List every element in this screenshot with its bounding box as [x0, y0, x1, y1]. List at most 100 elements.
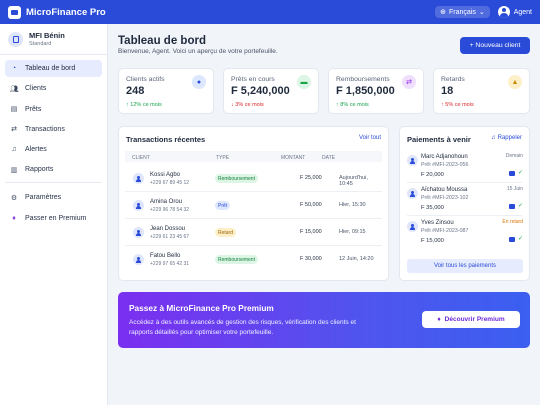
org-plan: Standard — [29, 41, 52, 47]
language-selector[interactable]: ⊕ Français ⌄ — [435, 6, 490, 18]
amount: F 15,000 — [300, 229, 322, 235]
sidebar-item-premium[interactable]: ♦ Passer en Premium — [5, 210, 102, 227]
message-icon[interactable] — [508, 204, 515, 209]
due-date: 15 Juin — [506, 186, 523, 192]
payment-amount: F 20,000 — [421, 172, 444, 178]
sidebar-item-clients[interactable]: 👥︎ Clients — [5, 80, 102, 97]
bell-icon: ♫ — [491, 135, 496, 141]
date: Aujourd'hui, 10:45 — [339, 175, 368, 187]
sidebar-item-loans[interactable]: ▤ Prêts — [5, 101, 102, 118]
user-icon — [407, 155, 418, 166]
check-icon[interactable]: ✓ — [518, 203, 523, 209]
payment-amount: F 15,000 — [421, 238, 444, 244]
table-row[interactable]: Kossi Agbo +229 67 89 45 12 Remboursemen… — [125, 165, 382, 192]
sidebar-item-alerts[interactable]: ♫ Alertes — [5, 141, 102, 158]
banner-text: Accédez à des outils avancés de gestion … — [129, 319, 356, 336]
client-name: Fatou Bello — [150, 253, 181, 259]
sidebar-item-label: Clients — [25, 85, 47, 93]
column-header: TYPE — [216, 155, 230, 161]
stat-label: Remboursements — [336, 76, 390, 83]
payment-item[interactable]: Yves Zinsou Prêt #MFI-2023-087 F 15,000 … — [407, 219, 523, 257]
sidebar-item-label: Paramètres — [25, 194, 62, 202]
date: 12 Juin, 14:20 — [339, 256, 374, 262]
date: Hier, 09:15 — [339, 229, 366, 235]
sidebar-item-dashboard[interactable]: ◔ Tableau de bord — [5, 60, 102, 77]
user-icon — [133, 227, 144, 238]
message-icon[interactable] — [508, 237, 515, 242]
stat-card-loans[interactable]: Prêts en cours F 5,240,000 ↓ 3% ce mois … — [223, 68, 319, 114]
stat-card-delays[interactable]: Retards 18 ↑ 5% ce mois ▲ — [433, 68, 530, 114]
app-logo[interactable]: MicroFinance Pro — [8, 5, 106, 19]
stat-trend: ↑ 8% ce mois — [336, 102, 369, 108]
stat-trend: ↓ 3% ce mois — [231, 102, 264, 108]
user-icon — [133, 200, 144, 211]
table-row[interactable]: Fatou Bello +229 97 65 42 31 Rembourseme… — [125, 246, 382, 273]
sidebar-item-reports[interactable]: ▥ Rapports — [5, 161, 102, 178]
client-phone: +229 96 78 54 32 — [150, 207, 190, 213]
stat-label: Clients actifs — [126, 76, 165, 83]
payment-amount: F 35,000 — [421, 205, 444, 211]
sidebar-item-transactions[interactable]: ⇄ Transactions — [5, 121, 102, 138]
stat-card-clients[interactable]: Clients actifs 248 ↑ 12% ce mois ● — [118, 68, 214, 114]
page-subtitle: Bienvenue, Agent. Voici un aperçu de vot… — [118, 48, 278, 55]
check-icon[interactable]: ✓ — [518, 170, 523, 176]
sidebar-item-label: Rapports — [25, 166, 54, 174]
user-name: Agent — [513, 8, 532, 16]
view-all-payments-button[interactable]: Voir tous les paiements — [407, 259, 523, 273]
org-header: MFI Bénin Standard — [0, 24, 107, 55]
table-row[interactable]: Amina Orou +229 96 78 54 32 Prêt F 50,00… — [125, 192, 382, 219]
chart-icon: ▥ — [10, 166, 18, 174]
amount: F 50,000 — [300, 202, 322, 208]
stat-label: Retards — [441, 76, 465, 83]
payer-name: Aïchatou Moussa — [421, 187, 468, 193]
remind-button[interactable]: ♫ Rappeler — [491, 135, 522, 141]
gem-icon: ♦ — [437, 316, 441, 323]
divider — [407, 215, 522, 216]
user-icon — [133, 254, 144, 265]
table-header — [125, 151, 382, 162]
app-title: MicroFinance Pro — [26, 6, 106, 18]
message-icon[interactable] — [508, 171, 515, 176]
check-icon[interactable]: ✓ — [518, 236, 523, 242]
discover-premium-button[interactable]: ♦ Découvrir Premium — [422, 311, 520, 328]
column-header: CLIENT — [132, 155, 150, 161]
sidebar-item-label: Alertes — [25, 146, 47, 154]
exchange-icon: ⇄ — [402, 75, 416, 89]
chevron-down-icon: ⌄ — [478, 9, 485, 16]
avatar — [497, 6, 510, 18]
transactions-card: Transactions récentes Voir tout CLIENT T… — [118, 126, 389, 281]
view-all-link[interactable]: Voir tout — [359, 135, 381, 141]
stat-value: F 5,240,000 — [231, 85, 290, 97]
stat-label: Prêts en cours — [231, 76, 275, 83]
sidebar: MFI Bénin Standard ◔ Tableau de bord 👥︎ … — [0, 24, 108, 405]
client-phone: +229 67 89 45 12 — [150, 180, 190, 186]
due-date: En retard — [502, 219, 523, 225]
language-label: Français — [448, 8, 476, 16]
amount: F 30,000 — [300, 256, 322, 262]
building-icon — [8, 31, 23, 47]
status-badge: Retard — [215, 228, 237, 237]
client-phone: +229 97 65 42 31 — [150, 261, 190, 267]
new-client-button[interactable]: + Nouveau client — [460, 37, 530, 54]
sidebar-item-label: Passer en Premium — [25, 214, 87, 222]
client-name: Kossi Agbo — [150, 172, 181, 178]
new-client-label: + Nouveau client — [469, 42, 521, 49]
user-menu[interactable]: Agent — [497, 6, 532, 18]
gem-icon: ♦ — [12, 214, 16, 222]
client-phone: +229 61 23 45 67 — [150, 234, 190, 240]
loan-ref: Prêt #MFI-2023-056 — [421, 162, 469, 168]
status-badge: Prêt — [215, 201, 231, 210]
money-icon: ▬ — [297, 75, 311, 89]
table-row[interactable]: Jean Dossou +229 61 23 45 67 Retard F 15… — [125, 219, 382, 246]
banner-title: Passez à MicroFinance Pro Premium — [129, 303, 274, 313]
status-badge: Remboursement — [215, 255, 258, 264]
stat-card-repayments[interactable]: Remboursements F 1,850,000 ↑ 8% ce mois … — [328, 68, 424, 114]
stat-value: 18 — [441, 85, 454, 97]
stat-trend: ↑ 12% ce mois — [126, 102, 162, 108]
amount: F 25,000 — [300, 175, 322, 181]
payer-name: Marc Adjanohoun — [421, 154, 468, 160]
user-icon — [133, 173, 144, 184]
remind-label: Rappeler — [497, 135, 522, 141]
sidebar-item-settings[interactable]: ⚙ Paramètres — [5, 189, 102, 206]
view-all-payments-label: Voir tous les paiements — [433, 263, 497, 269]
